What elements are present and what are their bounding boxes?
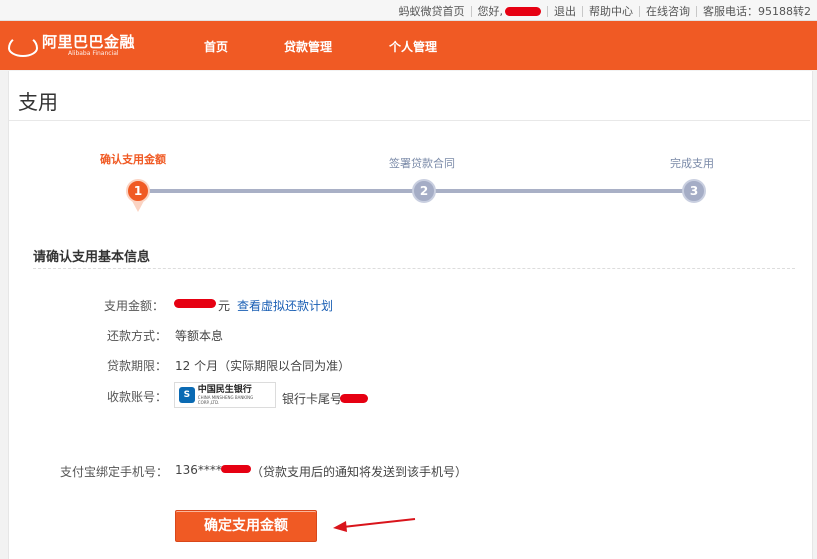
bank-card-suffix-label: 银行卡尾号 xyxy=(282,392,343,406)
step-2-circle: 2 xyxy=(412,179,436,203)
loan-term-value: 12 个月（实际期限以合同为准） xyxy=(175,359,351,373)
repay-method-label: 还款方式： xyxy=(107,329,168,343)
help-center-link[interactable]: 帮助中心 xyxy=(589,3,633,19)
account-label: 收款账号： xyxy=(107,390,168,404)
greeting-text: 您好, xyxy=(477,5,504,18)
page-title: 支用 xyxy=(18,90,58,114)
brand-name-cn: 阿里巴巴金融 xyxy=(42,33,136,51)
alibaba-logo-icon xyxy=(8,35,38,57)
divider xyxy=(547,5,548,17)
home-link[interactable]: 蚂蚁微贷首页 xyxy=(399,3,465,19)
content-panel xyxy=(8,71,813,559)
redacted-amount xyxy=(174,299,216,308)
brand-name-en: Alibaba Financial xyxy=(68,50,119,57)
step-3-label: 完成支用 xyxy=(670,157,714,170)
divider xyxy=(639,5,640,17)
divider xyxy=(696,5,697,17)
redacted-username xyxy=(505,6,541,16)
main-nav: 阿里巴巴金融 Alibaba Financial 首页 贷款管理 个人管理 xyxy=(0,21,817,70)
step-2-label: 签署贷款合同 xyxy=(389,157,455,170)
loan-term-label: 贷款期限： xyxy=(107,359,168,373)
online-consult-link[interactable]: 在线咨询 xyxy=(646,3,690,19)
divider xyxy=(470,5,472,17)
section-title: 请确认支用基本信息 xyxy=(33,250,151,265)
repay-method-value: 等额本息 xyxy=(175,329,224,343)
confirm-amount-button[interactable]: 确定支用金额 xyxy=(175,510,317,542)
step-1-circle: 1 xyxy=(126,179,150,203)
brand-logo[interactable]: 阿里巴巴金融 Alibaba Financial xyxy=(8,35,135,57)
logout-link[interactable]: 退出 xyxy=(554,3,576,19)
repayment-plan-link[interactable]: 查看虚拟还款计划 xyxy=(237,297,333,314)
amount-label: 支用金额： xyxy=(104,299,165,313)
redacted-phone xyxy=(221,465,251,473)
bank-card-box: S 中国民生银行 CHINA MINSHENG BANKING CORP.,LT… xyxy=(174,382,276,408)
nav-item-home[interactable]: 首页 xyxy=(204,38,228,55)
phone-label: 支付宝绑定手机号： xyxy=(60,465,169,479)
section-divider xyxy=(33,268,795,269)
step-3-circle: 3 xyxy=(682,179,706,203)
nav-item-loan-management[interactable]: 贷款管理 xyxy=(284,38,332,55)
bank-name: 中国民生银行 xyxy=(197,384,252,395)
hotline-text: 客服电话：95188转2 xyxy=(703,5,811,18)
nav-item-personal-management[interactable]: 个人管理 xyxy=(389,38,437,55)
red-arrow-icon xyxy=(333,518,416,532)
divider xyxy=(582,5,583,17)
step-1-label: 确认支用金额 xyxy=(100,153,166,166)
redacted-card-number xyxy=(340,394,368,403)
minsheng-bank-icon: S xyxy=(179,387,195,403)
bank-name-en: CHINA MINSHENG BANKING CORP.,LTD. xyxy=(197,394,254,405)
top-utility-bar: 蚂蚁微贷首页 您好, 退出 帮助中心 在线咨询 客服电话：95188转2 xyxy=(0,0,817,21)
phone-prefix: 136**** xyxy=(175,463,222,477)
phone-note: （贷款支用后的通知将发送到该手机号） xyxy=(251,465,468,479)
title-divider xyxy=(9,120,810,121)
amount-unit: 元 xyxy=(218,299,231,313)
